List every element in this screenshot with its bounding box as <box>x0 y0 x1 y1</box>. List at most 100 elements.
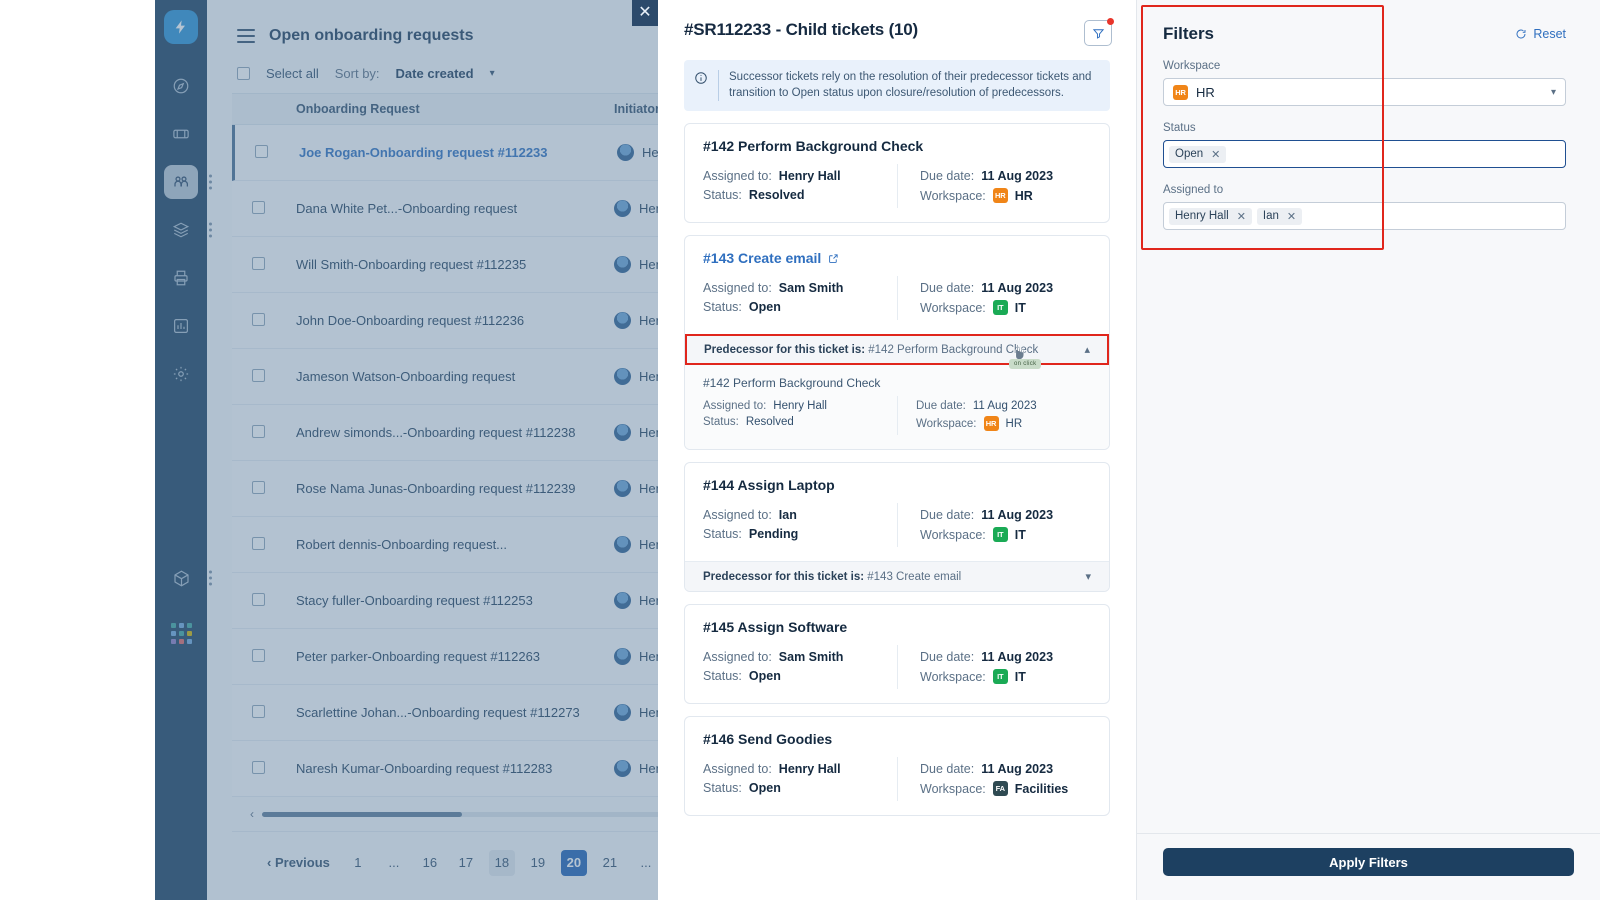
row-checkbox[interactable] <box>252 704 265 718</box>
sidebar-item-analytics[interactable] <box>164 309 198 343</box>
sidebar-item-packages[interactable] <box>164 561 212 595</box>
assigned-to-value: Henry Hall <box>778 762 841 777</box>
row-checkbox-cell <box>232 592 284 609</box>
assigned-to-label: Assigned to: <box>703 508 772 523</box>
pagination-page[interactable]: 17 <box>453 850 479 876</box>
pagination-ellipsis: ... <box>388 854 400 870</box>
assigned-to-token-input[interactable]: Henry Hall ✕ Ian ✕ <box>1163 202 1566 230</box>
row-checkbox[interactable] <box>252 368 265 382</box>
row-request-name: Jameson Watson-Onboarding request <box>284 369 614 384</box>
row-request-name[interactable]: Joe Rogan-Onboarding request #112233 <box>287 145 617 160</box>
filter-token[interactable]: Ian ✕ <box>1256 207 1303 225</box>
row-checkbox[interactable] <box>252 760 265 774</box>
sidebar-item-settings[interactable] <box>164 357 198 391</box>
row-request-label: Robert dennis-Onboarding request... <box>296 537 508 552</box>
reset-label: Reset <box>1533 27 1566 41</box>
ticket-meta: Assigned to: Sam Smith Status: Open Due date… <box>703 276 1091 321</box>
column-header-request: Onboarding Request <box>296 102 420 116</box>
pagination-page[interactable]: 18 <box>488 849 515 876</box>
workspace-label: Workspace: <box>920 669 986 684</box>
sidebar-item-assets[interactable] <box>164 213 212 247</box>
select-all-checkbox[interactable] <box>237 67 250 80</box>
row-checkbox[interactable] <box>252 592 265 606</box>
pagination-ellipsis: ... <box>640 854 652 870</box>
row-checkbox[interactable] <box>252 480 265 494</box>
rail-overflow-dots-3[interactable] <box>209 570 212 586</box>
row-checkbox[interactable] <box>255 144 268 158</box>
row-checkbox-cell <box>232 536 284 553</box>
row-checkbox[interactable] <box>252 312 265 326</box>
scroll-thumb[interactable] <box>262 811 462 817</box>
hamburger-menu-icon[interactable] <box>237 29 255 43</box>
row-checkbox-cell <box>232 200 284 217</box>
predecessor-detail-title: #142 Perform Background Check <box>703 376 881 391</box>
ticket-title[interactable]: #143 Create email <box>703 250 1091 266</box>
filter-token[interactable]: Henry Hall ✕ <box>1169 207 1252 225</box>
chevron-up-icon[interactable]: ▴ <box>1084 343 1090 356</box>
due-date-row: Due date: 11 Aug 2023 <box>920 650 1091 664</box>
info-notice: Successor tickets rely on the resolution… <box>684 60 1110 112</box>
row-request-link[interactable]: Joe Rogan-Onboarding request #112233 <box>299 145 548 160</box>
people-icon <box>174 176 189 187</box>
sidebar-item-reports-print[interactable] <box>164 261 198 295</box>
row-request-name: Dana White Pet...-Onboarding request <box>284 201 614 216</box>
sidebar-item-tickets[interactable] <box>164 117 198 151</box>
row-checkbox[interactable] <box>252 256 265 270</box>
ticket-meta-left: Assigned to: Henry Hall Status: Open <box>703 757 897 801</box>
row-checkbox[interactable] <box>252 200 265 214</box>
reset-filters-button[interactable]: Reset <box>1515 27 1566 41</box>
rail-overflow-dots-2[interactable] <box>209 222 212 238</box>
filter-token[interactable]: Open ✕ <box>1169 145 1227 163</box>
pagination-previous[interactable]: ‹ Previous <box>267 855 330 870</box>
predecessor-toggle-bar[interactable]: Predecessor for this ticket is: #143 Cre… <box>685 561 1109 592</box>
status-label: Status <box>1163 122 1196 134</box>
filter-toggle-button[interactable] <box>1084 18 1114 46</box>
status-token-input[interactable]: Open ✕ <box>1163 140 1566 168</box>
remove-token-icon[interactable]: ✕ <box>1287 210 1296 223</box>
chevron-down-icon[interactable]: ▾ <box>1551 87 1556 98</box>
ticket-card: #142 Perform Background Check Assigned to… <box>684 123 1110 224</box>
pagination-page[interactable]: 19 <box>525 850 551 876</box>
lightning-logo[interactable] <box>164 10 198 44</box>
predecessor-toggle-bar[interactable]: Predecessor for this ticket is: #142 Per… <box>685 334 1109 366</box>
ticket-meta-left: Assigned to: Sam Smith Status: Open <box>703 645 897 689</box>
due-date-row: Due date: 11 Aug 2023 <box>920 762 1091 776</box>
scroll-left-icon[interactable]: ‹ <box>250 807 254 821</box>
apply-filters-button[interactable]: Apply Filters <box>1163 848 1574 876</box>
row-checkbox-cell <box>232 704 284 721</box>
pagination-page[interactable]: 1 <box>345 850 371 876</box>
assigned-to-row: Assigned to: Sam Smith <box>703 650 897 664</box>
workspace-badge: HR <box>992 188 1008 204</box>
row-checkbox[interactable] <box>252 424 265 438</box>
due-date-value: 11 Aug 2023 <box>981 762 1054 777</box>
remove-token-icon[interactable]: ✕ <box>1237 210 1246 223</box>
select-all-label: Select all <box>266 66 319 81</box>
ticket-meta-right: Due date: 11 Aug 2023 Workspace: IT IT <box>897 645 1091 690</box>
due-date-label: Due date: <box>920 281 975 296</box>
workspace-select[interactable]: HR HR ▾ <box>1163 78 1566 106</box>
sidebar-item-apps[interactable] <box>164 616 198 650</box>
sort-by-value[interactable]: Date created <box>396 66 474 81</box>
pagination-page[interactable]: 20 <box>560 849 587 876</box>
ticket-card: #144 Assign Laptop Assigned to: Ian Status:… <box>684 462 1110 593</box>
due-date-label: Due date: <box>920 169 975 184</box>
chevron-down-icon[interactable]: ▾ <box>1085 570 1091 583</box>
filter-badge-dot <box>1107 18 1114 25</box>
rail-overflow-dots[interactable] <box>209 174 212 190</box>
workspace-value: HR <box>1005 417 1023 430</box>
gear-icon <box>173 366 189 382</box>
row-checkbox[interactable] <box>252 648 265 662</box>
filter-group-status: Status Open ✕ <box>1137 122 1600 168</box>
due-date-value: 11 Aug 2023 <box>972 400 1037 413</box>
row-request-label: Peter parker-Onboarding request #112263 <box>296 649 541 664</box>
sidebar-item-dashboard[interactable] <box>164 69 198 103</box>
chevron-down-icon[interactable]: ▾ <box>490 68 495 79</box>
status-value: Open <box>748 669 781 684</box>
close-icon[interactable]: ✕ <box>632 0 658 26</box>
sidebar-item-onboarding[interactable] <box>164 165 212 199</box>
remove-token-icon[interactable]: ✕ <box>1211 148 1220 161</box>
row-checkbox[interactable] <box>252 536 265 550</box>
pagination-page[interactable]: 21 <box>597 850 623 876</box>
pagination-page[interactable]: 16 <box>417 850 443 876</box>
ticket-card-body: #144 Assign Laptop Assigned to: Ian Status:… <box>685 463 1109 561</box>
